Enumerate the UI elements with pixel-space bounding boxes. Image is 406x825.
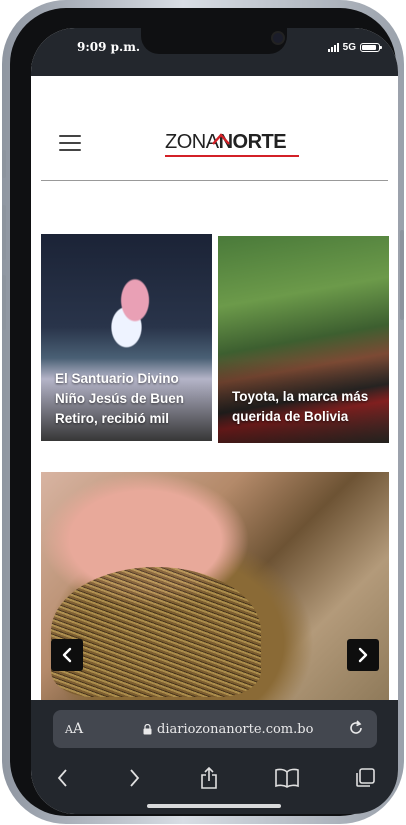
reload-button[interactable]	[347, 719, 365, 742]
chevron-left-icon	[62, 647, 72, 663]
header-divider	[41, 180, 388, 181]
home-indicator	[147, 804, 281, 808]
status-bar: 9:09 p.m. 5G	[31, 28, 398, 76]
slider-next-button[interactable]	[347, 639, 379, 671]
logo-underline	[165, 155, 299, 157]
site-logo[interactable]: ZONANORTE	[165, 131, 299, 157]
phone-frame: 9:09 p.m. 5G ZONANORTE El Santuario Divi…	[2, 0, 404, 824]
slider-image	[51, 567, 261, 697]
browser-bar: AA diariozonanorte.com.bo	[31, 700, 398, 814]
volume-up-button	[2, 205, 6, 260]
article-title[interactable]: Toyota, la marca más querida de Bolivia	[232, 387, 379, 427]
power-button	[400, 230, 404, 320]
signal-icon	[327, 43, 339, 52]
aa-big: A	[72, 721, 84, 737]
mute-switch	[2, 150, 6, 178]
tabs-button[interactable]	[351, 764, 379, 792]
browser-toolbar	[31, 764, 398, 794]
network-label: 5G	[342, 42, 356, 53]
logo-zona: ZONA	[165, 131, 219, 153]
status-time: 9:09 p.m.	[77, 40, 141, 54]
screen: 9:09 p.m. 5G ZONANORTE El Santuario Divi…	[31, 28, 398, 814]
reload-icon	[350, 720, 362, 734]
article-title[interactable]: El Santuario Divino Niño Jesús de Buen R…	[55, 369, 202, 429]
featured-slider[interactable]	[41, 472, 389, 700]
url-display[interactable]: diariozonanorte.com.bo	[143, 722, 313, 737]
bookmarks-button[interactable]	[273, 764, 301, 792]
share-button[interactable]	[195, 764, 223, 792]
aa-small: A	[65, 723, 73, 736]
back-icon	[57, 769, 67, 787]
lock-icon	[143, 724, 152, 735]
address-bar[interactable]: AA diariozonanorte.com.bo	[53, 710, 377, 748]
article-card-santuario[interactable]: El Santuario Divino Niño Jesús de Buen R…	[41, 234, 212, 441]
phone-bezel: 9:09 p.m. 5G ZONANORTE El Santuario Divi…	[10, 8, 398, 816]
article-card-toyota[interactable]: Toyota, la marca más querida de Bolivia	[218, 236, 389, 443]
back-button[interactable]	[49, 764, 77, 792]
camera-icon	[273, 33, 283, 43]
forward-icon	[130, 769, 140, 787]
volume-down-button	[2, 275, 6, 330]
slider-prev-button[interactable]	[51, 639, 83, 671]
status-indicators: 5G	[327, 42, 382, 53]
chevron-right-icon	[358, 647, 368, 663]
share-icon	[201, 767, 217, 789]
reader-settings-button[interactable]: AA	[65, 721, 83, 737]
menu-icon[interactable]	[59, 135, 81, 151]
tabs-icon	[356, 768, 375, 787]
notch	[141, 28, 287, 54]
url-text: diariozonanorte.com.bo	[157, 722, 314, 737]
bookmarks-icon	[275, 768, 299, 788]
battery-icon	[360, 43, 382, 52]
logo-roof-icon	[212, 133, 230, 145]
forward-button[interactable]	[120, 764, 148, 792]
